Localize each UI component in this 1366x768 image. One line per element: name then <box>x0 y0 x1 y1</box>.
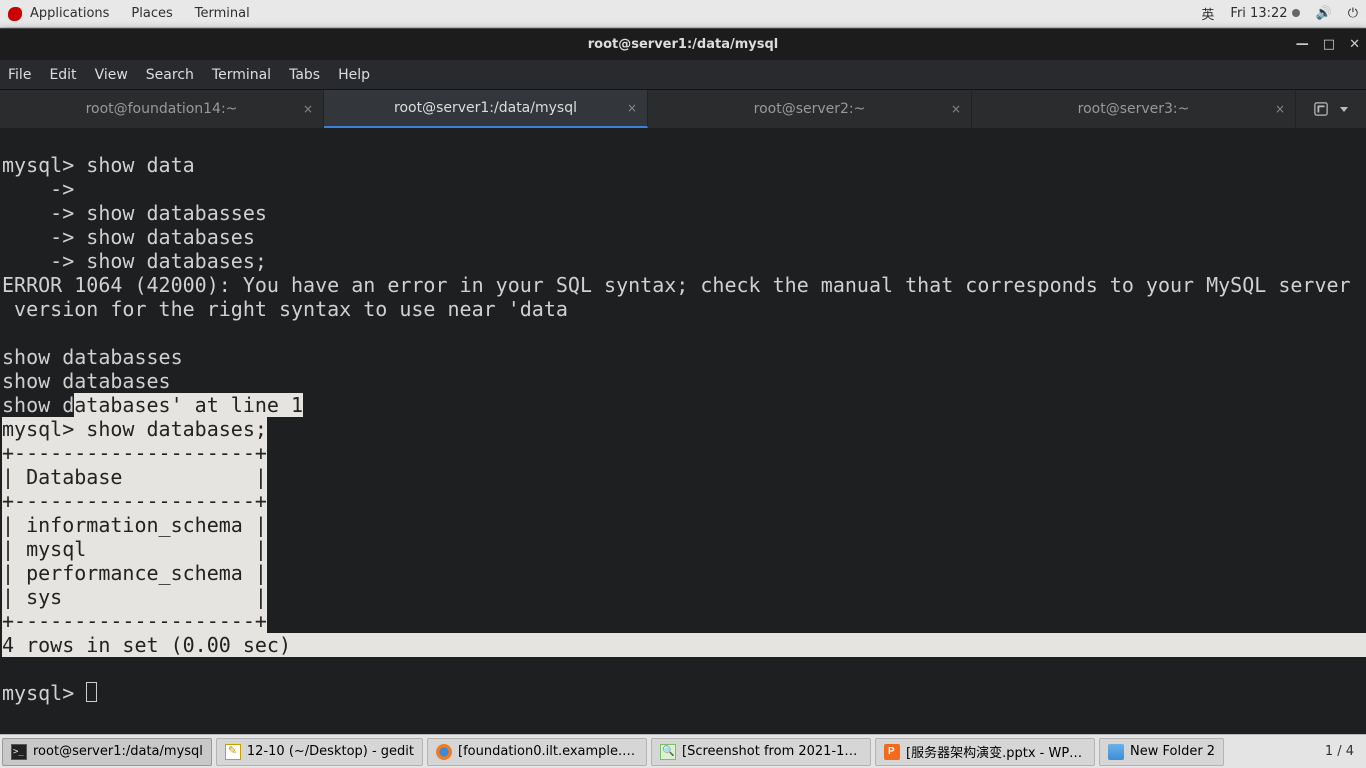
ime-indicator[interactable]: 英 <box>1201 4 1214 23</box>
terminal-cursor <box>86 682 97 702</box>
wps-icon <box>884 744 900 760</box>
maximize-button[interactable]: □ <box>1323 37 1335 52</box>
terminal-output[interactable]: mysql> show data -> -> show databasses -… <box>0 128 1366 734</box>
workspace-indicator[interactable]: 1 / 4 <box>1313 744 1366 759</box>
window-titlebar[interactable]: root@server1:/data/mysql — □ ✕ <box>0 28 1366 60</box>
menu-file[interactable]: File <box>8 67 31 83</box>
image-viewer-icon <box>660 744 676 760</box>
terminal-selection: atabases' at line 1 mysql> show database… <box>2 393 1366 657</box>
task-firefox[interactable]: [foundation0.ilt.example.co… <box>427 738 647 766</box>
clock[interactable]: Fri 13:22 <box>1230 6 1299 21</box>
applications-menu[interactable]: Applications <box>30 6 109 21</box>
menu-terminal[interactable]: Terminal <box>212 67 271 83</box>
task-image-viewer[interactable]: [Screenshot from 2021-12-… <box>651 738 871 766</box>
tab-extra-controls <box>1296 90 1366 128</box>
task-gedit[interactable]: 12-10 (~/Desktop) - gedit <box>216 738 423 766</box>
tab-server3[interactable]: root@server3:~× <box>972 90 1296 128</box>
power-icon[interactable] <box>1348 6 1358 21</box>
system-tray: 英 Fri 13:22 <box>1201 4 1358 23</box>
new-tab-icon[interactable] <box>1314 102 1328 116</box>
window-title: root@server1:/data/mysql <box>588 37 778 52</box>
menu-help[interactable]: Help <box>338 67 370 83</box>
minimize-button[interactable]: — <box>1296 37 1309 52</box>
menu-search[interactable]: Search <box>146 67 194 83</box>
close-icon[interactable]: × <box>303 102 313 116</box>
terminal-tabbar: root@foundation14:~× root@server1:/data/… <box>0 90 1366 128</box>
menu-edit[interactable]: Edit <box>49 67 76 83</box>
terminal-text: mysql> show data -> -> show databasses -… <box>2 153 1351 417</box>
close-icon[interactable]: × <box>627 101 637 115</box>
terminal-text: mysql> <box>2 681 86 705</box>
gnome-top-panel: Applications Places Terminal 英 Fri 13:22 <box>0 0 1366 28</box>
task-wps[interactable]: [服务器架构演变.pptx - WPS… <box>875 738 1095 766</box>
tab-server2[interactable]: root@server2:~× <box>648 90 972 128</box>
terminal-menubar: File Edit View Search Terminal Tabs Help <box>0 60 1366 90</box>
close-icon[interactable]: × <box>1275 102 1285 116</box>
volume-icon[interactable] <box>1316 6 1332 21</box>
bottom-taskbar: root@server1:/data/mysql 12-10 (~/Deskto… <box>0 734 1366 768</box>
terminal-icon <box>11 744 27 760</box>
menu-view[interactable]: View <box>95 67 128 83</box>
chevron-down-icon[interactable] <box>1340 107 1348 112</box>
gedit-icon <box>225 744 241 760</box>
folder-icon <box>1108 744 1124 760</box>
close-button[interactable]: ✕ <box>1349 37 1360 52</box>
terminal-window: root@server1:/data/mysql — □ ✕ File Edit… <box>0 28 1366 734</box>
tab-foundation14[interactable]: root@foundation14:~× <box>0 90 324 128</box>
task-nautilus[interactable]: New Folder 2 <box>1099 738 1224 766</box>
redhat-icon <box>8 7 22 21</box>
places-menu[interactable]: Places <box>131 6 172 21</box>
firefox-icon <box>436 744 452 760</box>
menu-tabs[interactable]: Tabs <box>289 67 320 83</box>
task-terminal[interactable]: root@server1:/data/mysql <box>2 738 212 766</box>
close-icon[interactable]: × <box>951 102 961 116</box>
terminal-menu[interactable]: Terminal <box>195 6 250 21</box>
tab-server1[interactable]: root@server1:/data/mysql× <box>324 90 648 128</box>
